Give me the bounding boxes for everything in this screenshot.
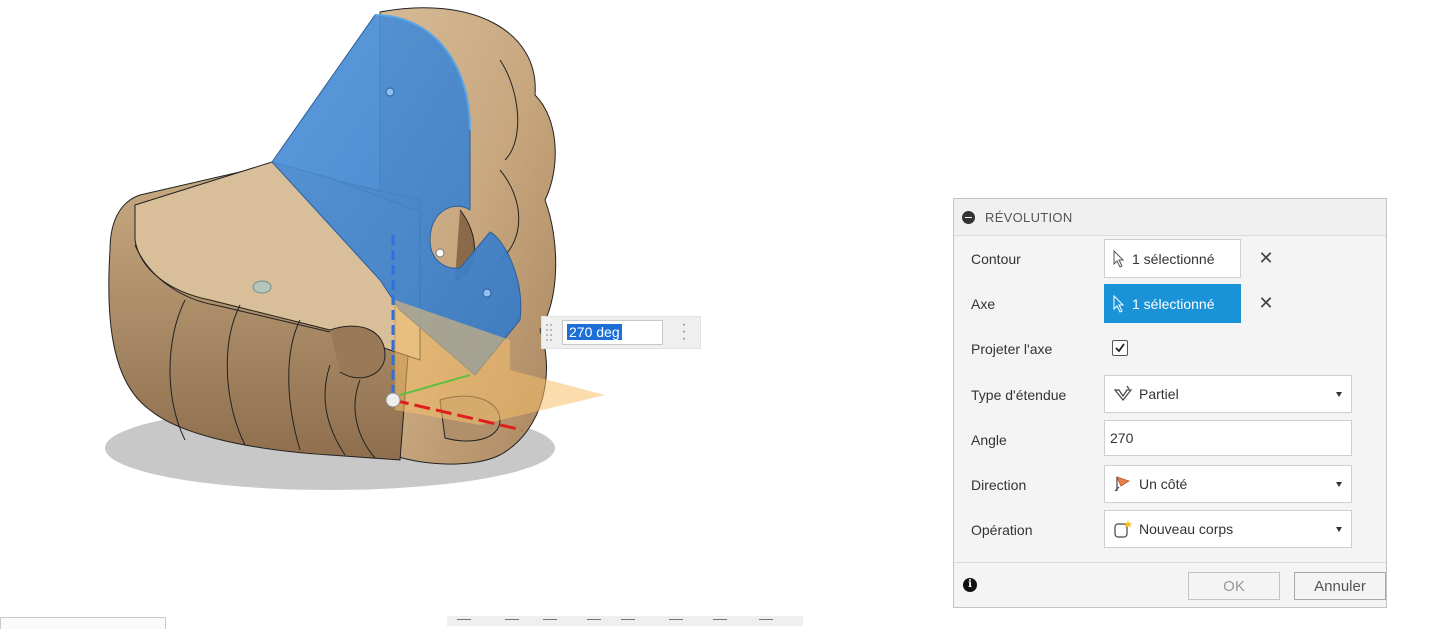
drag-handle-icon[interactable] — [544, 321, 558, 345]
axe-clear-icon[interactable]: ✕ — [1256, 292, 1276, 314]
ok-button[interactable]: OK — [1188, 572, 1280, 600]
new-body-icon — [1114, 520, 1132, 538]
orbit-icon[interactable] — [457, 619, 471, 626]
one-side-direction-icon — [1114, 476, 1130, 492]
direction-label: Direction — [971, 477, 1027, 493]
contour-label: Contour — [971, 251, 1021, 267]
fit-icon[interactable] — [621, 619, 635, 626]
axe-label: Axe — [971, 296, 996, 312]
projeter-axe-label: Projeter l'axe — [971, 341, 1053, 357]
axe-select-button[interactable]: 1 sélectionné — [1104, 284, 1241, 323]
row-operation: Opération Nouveau corps — [954, 510, 1386, 550]
row-direction: Direction Un côté — [954, 465, 1386, 505]
angle-value-input[interactable]: 270 deg — [562, 320, 663, 345]
zoom-icon[interactable] — [587, 619, 601, 626]
cursor-select-icon — [1113, 294, 1125, 313]
operation-value: Nouveau corps — [1139, 521, 1234, 537]
info-icon[interactable]: i — [963, 578, 977, 592]
cursor-select-icon — [1113, 249, 1125, 268]
direction-value: Un côté — [1139, 476, 1188, 492]
contour-clear-icon[interactable]: ✕ — [1256, 247, 1276, 269]
more-options-icon[interactable]: · · · — [677, 317, 691, 347]
type-etendue-value: Partiel — [1139, 386, 1179, 402]
operation-label: Opération — [971, 522, 1033, 538]
partial-extent-icon — [1113, 385, 1133, 401]
angle-label: Angle — [971, 432, 1007, 448]
chevron-down-icon — [1336, 482, 1342, 487]
row-contour: Contour 1 sélectionné ✕ — [954, 239, 1386, 279]
cancel-button[interactable]: Annuler — [1294, 572, 1386, 600]
look-at-icon[interactable] — [505, 619, 519, 626]
display-settings-icon[interactable] — [669, 619, 683, 626]
checkmark-icon — [1115, 343, 1125, 353]
operation-dropdown[interactable]: Nouveau corps — [1104, 510, 1352, 548]
projeter-axe-checkbox[interactable] — [1112, 340, 1128, 356]
dialog-title: RÉVOLUTION — [985, 209, 1073, 225]
pivot-point — [385, 392, 401, 408]
bottom-left-panel[interactable] — [0, 617, 166, 629]
dialog-header[interactable]: RÉVOLUTION — [954, 199, 1386, 236]
row-angle: Angle 270 — [954, 420, 1386, 460]
grid-settings-icon[interactable] — [713, 619, 727, 626]
angle-manipulator[interactable]: 270 deg · · · — [541, 316, 701, 349]
navigation-toolbar[interactable] — [447, 616, 803, 626]
row-type-etendue: Type d'étendue Partiel — [954, 375, 1386, 415]
axe-select-value: 1 sélectionné — [1132, 295, 1215, 312]
pan-icon[interactable] — [543, 619, 557, 626]
revolve-dialog: RÉVOLUTION Contour 1 sélectionné ✕ Axe 1… — [953, 198, 1387, 608]
canvas-3d-viewport[interactable]: 270 deg · · · — [0, 0, 900, 624]
contour-select-button[interactable]: 1 sélectionné — [1104, 239, 1241, 278]
viewports-icon[interactable] — [759, 619, 773, 626]
wood-part-model[interactable] — [0, 0, 900, 624]
collapse-icon[interactable] — [962, 210, 975, 224]
contour-select-value: 1 sélectionné — [1132, 250, 1215, 267]
dialog-footer: i OK Annuler — [954, 562, 1386, 607]
chevron-down-icon — [1336, 392, 1342, 397]
type-etendue-dropdown[interactable]: Partiel — [1104, 375, 1352, 413]
row-projeter-axe: Projeter l'axe — [954, 330, 1386, 370]
chevron-down-icon — [1336, 527, 1342, 532]
angle-value-text: 270 deg — [567, 324, 622, 340]
row-axe: Axe 1 sélectionné ✕ — [954, 284, 1386, 324]
type-etendue-label: Type d'étendue — [971, 387, 1067, 403]
angle-field[interactable]: 270 — [1104, 420, 1352, 456]
direction-dropdown[interactable]: Un côté — [1104, 465, 1352, 503]
